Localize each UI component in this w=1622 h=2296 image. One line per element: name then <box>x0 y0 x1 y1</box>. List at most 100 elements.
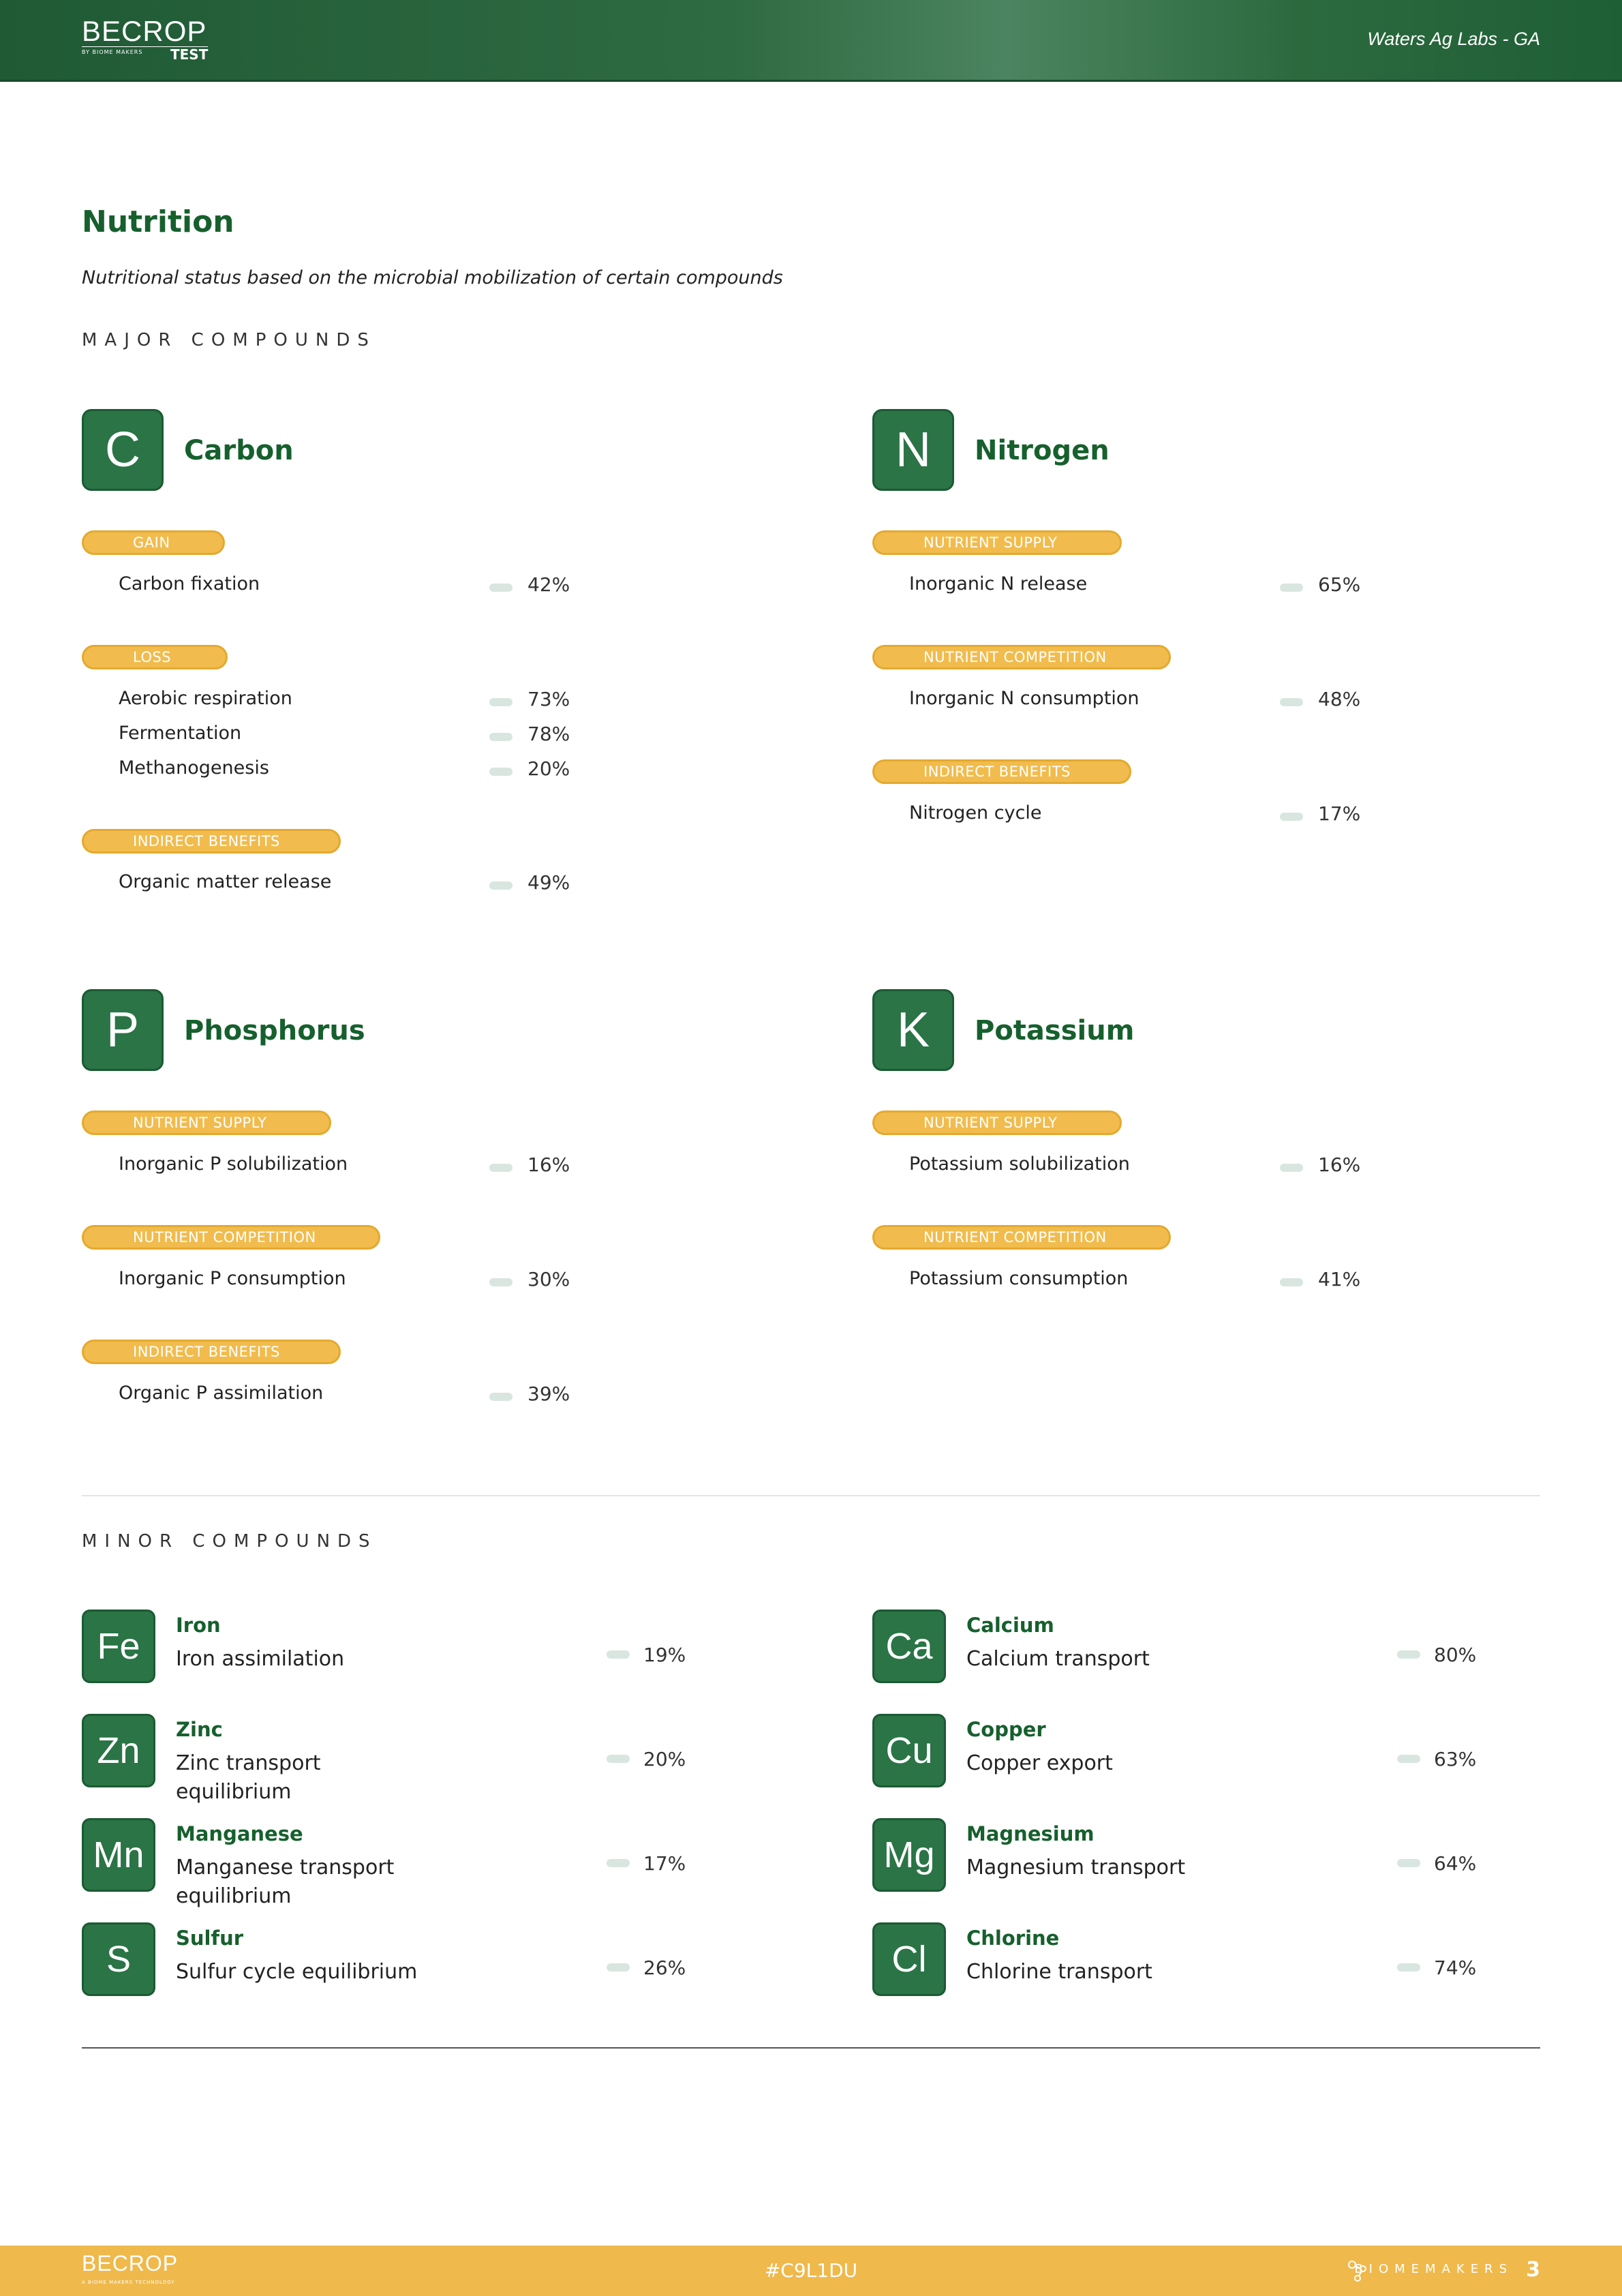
dash-marker <box>607 1755 630 1763</box>
compound-name: Zinc <box>176 1718 223 1741</box>
element-symbol-box: Fe <box>82 1610 155 1683</box>
row-label: Inorganic P consumption <box>119 1268 346 1289</box>
row-label: Inorganic N release <box>909 573 1088 594</box>
logo-test-text: TEST <box>170 46 209 63</box>
minor-compound-copper: Cu Copper Copper export 63% <box>872 1714 1520 1796</box>
compound-percent: 26% <box>643 1957 686 1979</box>
dash-marker <box>489 1278 512 1286</box>
compound-percent: 20% <box>643 1748 686 1770</box>
compound-row: Inorganic P consumption 30% <box>119 1268 570 1295</box>
category-pill: NUTRIENT SUPPLY <box>82 1111 331 1135</box>
page-number: 3 <box>1526 2258 1540 2282</box>
element-symbol-box: Ca <box>872 1610 946 1683</box>
dash-marker <box>489 733 512 741</box>
compound-name: Magnesium <box>966 1822 1095 1845</box>
minor-compound-sulfur: S Sulfur Sulfur cycle equilibrium 26% <box>82 1922 729 2004</box>
major-compounds-label: MAJOR COMPOUNDS <box>82 330 376 350</box>
dash-marker <box>489 1164 512 1172</box>
row-percent: 73% <box>527 688 570 710</box>
compound-row: Potassium consumption 41% <box>909 1268 1360 1295</box>
element-symbol-box: Mn <box>82 1818 155 1892</box>
row-label: Fermentation <box>119 723 242 744</box>
compound-percent: 80% <box>1434 1644 1477 1666</box>
compound-description: Chlorine transport <box>966 1960 1152 1984</box>
compound-description: Sulfur cycle equilibrium <box>176 1960 418 1984</box>
bottom-divider <box>82 2047 1540 2049</box>
category-pill: NUTRIENT COMPETITION <box>82 1225 380 1250</box>
row-label: Inorganic P solubilization <box>119 1153 348 1175</box>
row-label: Organic P assimilation <box>119 1383 324 1404</box>
element-symbol-box: Zn <box>82 1714 155 1787</box>
compound-row: Nitrogen cycle 17% <box>909 802 1360 830</box>
category-pill: NUTRIENT SUPPLY <box>872 530 1122 555</box>
compound-name: Chlorine <box>966 1927 1060 1950</box>
compound-percent: 17% <box>643 1852 686 1875</box>
compound-name: Phosphorus <box>184 1015 365 1046</box>
element-symbol-box: P <box>82 989 164 1071</box>
row-percent: 30% <box>527 1268 570 1290</box>
compound-row: Fermentation 78% <box>119 723 570 750</box>
minor-compounds-label: MINOR COMPOUNDS <box>82 1531 378 1552</box>
dash-marker <box>489 584 512 592</box>
logo-main-text: BECROP <box>82 15 207 47</box>
dash-marker <box>1280 813 1303 821</box>
row-percent: 16% <box>527 1153 570 1176</box>
compound-row: Methanogenesis 20% <box>119 757 570 785</box>
compound-row: Organic matter release 49% <box>119 871 570 898</box>
compound-row: Organic P assimilation 39% <box>119 1383 570 1410</box>
element-symbol-box: Cl <box>872 1922 946 1996</box>
lab-name: Waters Ag Labs - GA <box>1367 29 1540 49</box>
row-percent: 16% <box>1318 1153 1361 1176</box>
category-pill: NUTRIENT COMPETITION <box>872 1225 1171 1250</box>
dash-marker <box>489 768 512 776</box>
compound-name: Nitrogen <box>975 435 1110 466</box>
compound-description: Magnesium transport <box>966 1856 1186 1879</box>
row-label: Nitrogen cycle <box>909 802 1042 824</box>
category-pill: NUTRIENT COMPETITION <box>872 645 1171 669</box>
footer-brand: BIOMEMAKERS <box>1354 2262 1513 2276</box>
compound-description: Calcium transport <box>966 1647 1150 1671</box>
page-header: BECROP BY BIOME MAKERS TEST Waters Ag La… <box>0 0 1622 82</box>
compound-row: Inorganic N release 65% <box>909 573 1360 601</box>
compound-description: Iron assimilation <box>176 1647 345 1671</box>
row-label: Potassium solubilization <box>909 1153 1130 1175</box>
compound-name: Calcium <box>966 1614 1054 1637</box>
element-symbol-box: C <box>82 409 164 491</box>
row-percent: 42% <box>527 573 570 596</box>
row-label: Methanogenesis <box>119 757 269 779</box>
category-pill: INDIRECT BENEFITS <box>872 759 1131 784</box>
row-percent: 78% <box>527 723 570 745</box>
dash-marker <box>1280 584 1303 592</box>
element-symbol-box: N <box>872 409 954 491</box>
row-label: Inorganic N consumption <box>909 688 1139 709</box>
compound-percent: 63% <box>1434 1748 1477 1770</box>
compound-description: Manganese transport equilibrium <box>176 1856 395 1908</box>
dash-marker <box>607 1859 630 1867</box>
dash-marker <box>1280 1164 1303 1172</box>
compound-description: Copper export <box>966 1751 1113 1775</box>
row-percent: 65% <box>1318 573 1361 596</box>
page-footer: BECROP A BIOME MAKERS TECHNOLOGY #C9L1DU… <box>0 2246 1622 2296</box>
dash-marker <box>1280 698 1303 706</box>
dash-marker <box>489 698 512 706</box>
page-title: Nutrition <box>82 205 234 239</box>
element-symbol-box: Mg <box>872 1818 946 1892</box>
compound-percent: 19% <box>643 1644 686 1666</box>
dash-marker <box>1397 1963 1420 1972</box>
dash-marker <box>1397 1859 1420 1867</box>
compound-percent: 74% <box>1434 1957 1477 1979</box>
category-pill: INDIRECT BENEFITS <box>82 1340 341 1364</box>
minor-compound-chlorine: Cl Chlorine Chlorine transport 74% <box>872 1922 1520 2004</box>
row-label: Potassium consumption <box>909 1268 1129 1289</box>
compound-name: Potassium <box>975 1015 1135 1046</box>
page-subtitle: Nutritional status based on the microbia… <box>82 267 783 288</box>
minor-compound-calcium: Ca Calcium Calcium transport 80% <box>872 1610 1520 1691</box>
element-symbol-box: S <box>82 1922 155 1996</box>
minor-compound-magnesium: Mg Magnesium Magnesium transport 64% <box>872 1818 1520 1900</box>
logo-sub-text: BY BIOME MAKERS <box>82 49 143 55</box>
category-pill: GAIN <box>82 530 225 555</box>
row-percent: 41% <box>1318 1268 1361 1290</box>
compound-name: Manganese <box>176 1822 303 1845</box>
compound-row: Carbon fixation 42% <box>119 573 570 601</box>
compound-row: Inorganic N consumption 48% <box>909 688 1360 715</box>
